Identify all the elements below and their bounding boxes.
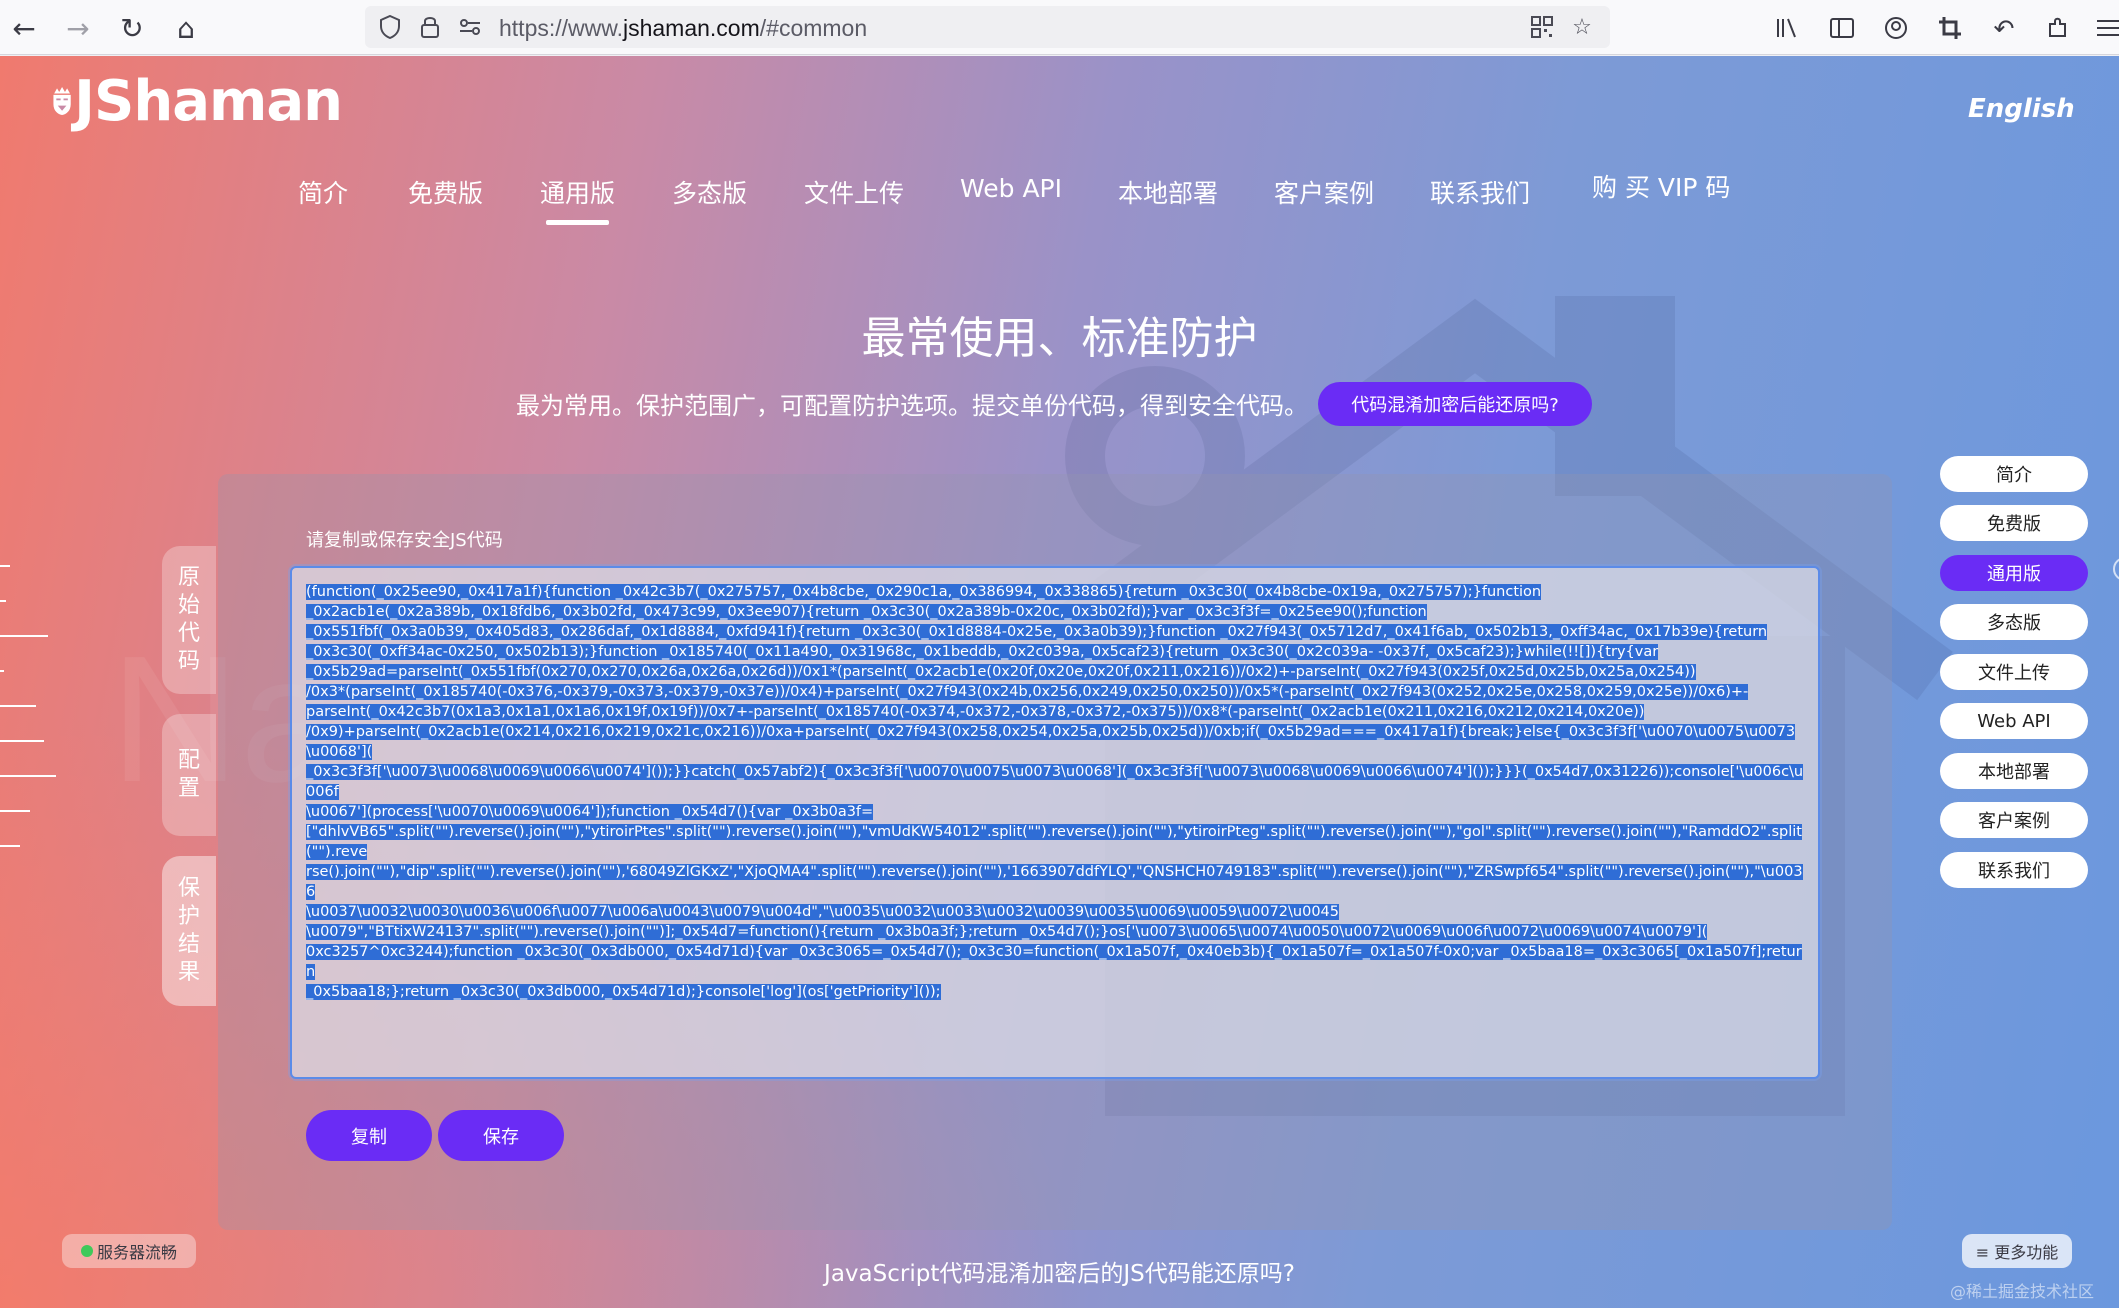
logo-text: JShaman <box>74 68 343 134</box>
nav-item-cases[interactable]: 客户案例 <box>1274 174 1374 210</box>
nav-item-buy-vip[interactable]: 购 买 VIP 码 <box>1592 168 1730 204</box>
right-menu-file-upload[interactable]: 文件上传 <box>1940 654 2088 690</box>
protected-code-text: (function(_0x25ee90,_0x417a1f){function … <box>306 582 1804 1002</box>
page-content: Na JShaman English 简介 免费版 通用版 多态版 文件上传 W… <box>0 56 2119 1308</box>
right-menu-web-api[interactable]: Web API <box>1940 703 2088 739</box>
right-menu-common[interactable]: 通用版 <box>1940 555 2088 591</box>
copy-button[interactable]: 复制 <box>306 1110 432 1161</box>
code-line: _0x2acb1e(_0x2a389b,_0x18fdb6,_0x3b02fd,… <box>306 604 1427 620</box>
menu-icon[interactable] <box>2090 10 2119 46</box>
code-line: /0x9)+parseInt(_0x2acb1e(0x214,0x216,0x2… <box>306 724 1796 760</box>
restore-faq-link[interactable]: JavaScript代码混淆加密后的JS代码能还原吗? <box>0 1254 2119 1288</box>
forward-icon[interactable]: → <box>60 10 96 46</box>
shaman-mask-icon <box>53 86 71 116</box>
side-tab-label: 原始代码 <box>178 565 201 674</box>
home-icon[interactable]: ⌂ <box>168 10 204 46</box>
screenshot-icon[interactable] <box>1932 10 1968 46</box>
browser-toolbar: ← → ↻ ⌂ https://www.jshaman.com/#common … <box>0 0 2119 55</box>
bookmark-star-icon[interactable]: ☆ <box>1565 10 1599 44</box>
result-label: 请复制或保存安全JS代码 <box>306 530 503 551</box>
nav-item-common[interactable]: 通用版 <box>540 174 615 225</box>
nav-item-polymorphic[interactable]: 多态版 <box>672 174 747 210</box>
sidebar-icon[interactable] <box>1824 10 1860 46</box>
nav-item-contact[interactable]: 联系我们 <box>1430 174 1530 210</box>
side-tab-result[interactable]: 保护结果 <box>162 856 216 1006</box>
hero-title: 最常使用、标准防护 <box>861 313 1258 364</box>
code-line: _0x5baa18;};return _0x3c30(_0x3db000,_0x… <box>306 984 941 1000</box>
nav-item-file-upload[interactable]: 文件上传 <box>804 174 904 210</box>
code-line: \u0067'](process['\u0070\u0069\u0064']);… <box>306 804 874 820</box>
side-tab-label: 配置 <box>178 748 201 801</box>
reload-icon[interactable]: ↻ <box>114 10 150 46</box>
right-menu-cases[interactable]: 客户案例 <box>1940 802 2088 838</box>
code-line: rse().join(""),"dip".split("").reverse()… <box>306 864 1803 900</box>
watermark-text: @稀土掘金技术社区 <box>1950 1282 2095 1301</box>
nav-item-web-api[interactable]: Web API <box>960 174 1062 203</box>
logo[interactable]: JShaman <box>52 56 343 146</box>
code-line: \u0037\u0032\u0030\u0036\u006f\u0077\u00… <box>306 904 1339 920</box>
nav-item-local-deploy[interactable]: 本地部署 <box>1118 174 1218 210</box>
nav-item-free[interactable]: 免费版 <box>408 174 483 210</box>
lock-icon[interactable] <box>413 10 447 44</box>
url-text[interactable]: https://www.jshaman.com/#common <box>499 15 867 42</box>
main-nav: 简介 免费版 通用版 多态版 文件上传 Web API 本地部署 客户案例 联系… <box>0 173 1740 234</box>
code-line: \u0079","BTtixW24137".split("").reverse(… <box>306 924 1708 940</box>
code-line: _0x551fbf(_0x3a0b39,_0x405d83,_0x286daf,… <box>306 624 1768 640</box>
permissions-icon[interactable] <box>453 10 487 44</box>
restore-faq-button[interactable]: 代码混淆加密后能还原吗? <box>1318 382 1592 426</box>
nav-item-intro[interactable]: 简介 <box>298 174 348 210</box>
code-line: _0x3c30(_0xff34ac-0x250,_0x502b13);}func… <box>306 644 1659 660</box>
url-bar[interactable]: https://www.jshaman.com/#common ☆ <box>365 6 1610 48</box>
back-icon[interactable]: ← <box>6 10 42 46</box>
shield-icon[interactable] <box>373 10 407 44</box>
right-menu-intro[interactable]: 简介 <box>1940 456 2088 492</box>
library-icon[interactable] <box>1770 10 1806 46</box>
right-menu-polymorphic[interactable]: 多态版 <box>1940 604 2088 640</box>
decorative-lines <box>0 565 56 847</box>
side-tab-label: 保护结果 <box>178 876 201 985</box>
code-line: /0x3*(parseInt(_0x185740(-0x376,-0x379,-… <box>306 684 1749 700</box>
account-icon[interactable] <box>1878 10 1914 46</box>
side-tab-config[interactable]: 配置 <box>162 714 216 836</box>
hero-subtitle: 最为常用。保护范围广，可配置防护选项。提交单份代码，得到安全代码。 <box>516 392 1308 420</box>
right-menu-local-deploy[interactable]: 本地部署 <box>1940 753 2088 789</box>
extensions-icon[interactable] <box>2040 10 2076 46</box>
save-button[interactable]: 保存 <box>438 1110 564 1161</box>
code-line: _0x5b29ad=parseInt(_0x551fbf(0x270,0x270… <box>306 664 1696 680</box>
right-menu-contact[interactable]: 联系我们 <box>1940 852 2088 888</box>
right-menu-free[interactable]: 免费版 <box>1940 505 2088 541</box>
code-line: parseInt(_0x42c3b7(0x1a3,0x1a1,0x1a6,0x1… <box>306 704 1645 720</box>
language-switch-link[interactable]: English <box>1968 94 2075 124</box>
code-line: (function(_0x25ee90,_0x417a1f){function … <box>306 584 1542 600</box>
code-line: _0x3c3f3f['\u0073\u0068\u0069\u0066\u007… <box>306 764 1804 800</box>
code-line: ["dhlvVB65".split("").reverse().join("")… <box>306 824 1802 860</box>
protected-code-textarea[interactable]: (function(_0x25ee90,_0x417a1f){function … <box>290 566 1820 1079</box>
side-tab-source[interactable]: 原始代码 <box>162 546 216 694</box>
right-menu-indicator <box>2113 557 2119 581</box>
qr-code-icon[interactable] <box>1525 10 1559 44</box>
undo-icon[interactable]: ↶ <box>1986 10 2022 46</box>
code-line: 0xc3257^0xc3244);function _0x3c30(_0x3db… <box>306 944 1802 980</box>
